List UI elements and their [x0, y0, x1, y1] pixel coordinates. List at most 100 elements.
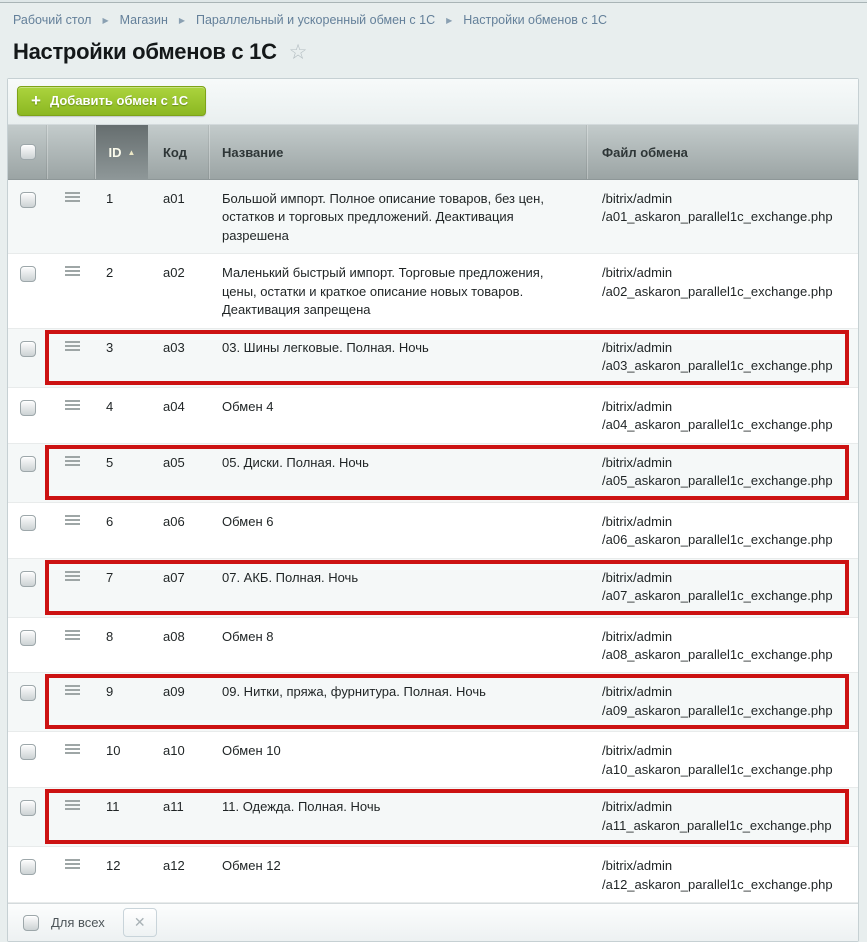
hamburger-menu-icon[interactable]	[65, 266, 80, 277]
row-id: 10	[96, 732, 148, 787]
breadcrumb: Рабочий стол▶Магазин▶Параллельный и уско…	[0, 3, 867, 27]
table-body: 1a01Большой импорт. Полное описание това…	[8, 180, 858, 903]
row-code: a12	[148, 847, 210, 902]
row-menu-cell	[48, 329, 96, 387]
hamburger-menu-icon[interactable]	[65, 744, 80, 755]
row-checkbox-cell	[8, 254, 48, 327]
row-file-line2: /a02_askaron_parallel1c_exchange.php	[602, 283, 852, 301]
table-row: 3a0303. Шины легковые. Полная. Ночь/bitr…	[8, 329, 858, 388]
hamburger-menu-icon[interactable]	[65, 800, 80, 811]
row-file: /bitrix/admin/a06_askaron_parallel1c_exc…	[588, 503, 858, 558]
row-checkbox[interactable]	[20, 266, 36, 282]
row-checkbox[interactable]	[20, 192, 36, 208]
row-code: a10	[148, 732, 210, 787]
row-code: a04	[148, 388, 210, 443]
for-all-label: Для всех	[51, 915, 105, 930]
row-checkbox[interactable]	[20, 515, 36, 531]
column-header-file[interactable]: Файл обмена	[588, 125, 858, 179]
row-id: 8	[96, 618, 148, 673]
row-checkbox-cell	[8, 329, 48, 387]
row-file-line1: /bitrix/admin	[602, 264, 852, 282]
column-header-code[interactable]: Код	[148, 125, 210, 179]
row-file-line1: /bitrix/admin	[602, 398, 852, 416]
row-menu-cell	[48, 788, 96, 846]
column-header-id[interactable]: ID ▲	[96, 125, 148, 179]
table-row: 12a12Обмен 12/bitrix/admin/a12_askaron_p…	[8, 847, 858, 903]
row-file: /bitrix/admin/a10_askaron_parallel1c_exc…	[588, 732, 858, 787]
hamburger-menu-icon[interactable]	[65, 630, 80, 641]
row-id: 9	[96, 673, 148, 731]
page-title: Настройки обменов с 1С	[13, 39, 277, 65]
table-footer: Для всех ✕	[8, 903, 858, 941]
row-menu-cell	[48, 847, 96, 902]
row-file-line2: /a12_askaron_parallel1c_exchange.php	[602, 876, 852, 894]
row-checkbox[interactable]	[20, 571, 36, 587]
row-name: Маленький быстрый импорт. Торговые предл…	[210, 254, 588, 327]
row-checkbox[interactable]	[20, 685, 36, 701]
plus-icon: +	[31, 94, 41, 108]
hamburger-menu-icon[interactable]	[65, 571, 80, 582]
row-checkbox[interactable]	[20, 630, 36, 646]
row-name: Обмен 4	[210, 388, 588, 443]
row-file: /bitrix/admin/a09_askaron_parallel1c_exc…	[588, 673, 858, 731]
row-checkbox[interactable]	[20, 744, 36, 760]
row-file: /bitrix/admin/a08_askaron_parallel1c_exc…	[588, 618, 858, 673]
row-file-line2: /a07_askaron_parallel1c_exchange.php	[602, 587, 852, 605]
row-checkbox-cell	[8, 847, 48, 902]
breadcrumb-item[interactable]: Рабочий стол	[13, 13, 91, 27]
row-checkbox-cell	[8, 732, 48, 787]
row-checkbox[interactable]	[20, 800, 36, 816]
row-checkbox[interactable]	[20, 859, 36, 875]
row-file: /bitrix/admin/a02_askaron_parallel1c_exc…	[588, 254, 858, 327]
row-id: 4	[96, 388, 148, 443]
row-name: 05. Диски. Полная. Ночь	[210, 444, 588, 502]
for-all-checkbox[interactable]	[23, 915, 39, 931]
row-code: a09	[148, 673, 210, 731]
row-name: 09. Нитки, пряжа, фурнитура. Полная. Ноч…	[210, 673, 588, 731]
close-icon: ✕	[134, 914, 146, 931]
hamburger-menu-icon[interactable]	[65, 515, 80, 526]
breadcrumb-item[interactable]: Параллельный и ускоренный обмен с 1С	[196, 13, 435, 27]
row-file-line2: /a03_askaron_parallel1c_exchange.php	[602, 357, 852, 375]
row-menu-cell	[48, 444, 96, 502]
row-code: a11	[148, 788, 210, 846]
row-file-line1: /bitrix/admin	[602, 569, 852, 587]
toolbar: + Добавить обмен с 1С	[8, 79, 858, 125]
add-exchange-button[interactable]: + Добавить обмен с 1С	[17, 86, 206, 116]
row-file-line1: /bitrix/admin	[602, 742, 852, 760]
breadcrumb-item[interactable]: Настройки обменов с 1С	[463, 13, 607, 27]
delete-selected-button[interactable]: ✕	[123, 908, 157, 937]
row-checkbox[interactable]	[20, 341, 36, 357]
row-checkbox[interactable]	[20, 456, 36, 472]
table-row: 4a04Обмен 4/bitrix/admin/a04_askaron_par…	[8, 388, 858, 444]
add-exchange-button-label: Добавить обмен с 1С	[50, 93, 188, 108]
hamburger-menu-icon[interactable]	[65, 400, 80, 411]
row-file: /bitrix/admin/a12_askaron_parallel1c_exc…	[588, 847, 858, 902]
hamburger-menu-icon[interactable]	[65, 341, 80, 352]
favorite-star-icon[interactable]: ☆	[289, 42, 308, 63]
row-file: /bitrix/admin/a04_askaron_parallel1c_exc…	[588, 388, 858, 443]
hamburger-menu-icon[interactable]	[65, 859, 80, 870]
breadcrumb-separator-icon: ▶	[102, 16, 108, 25]
select-all-checkbox[interactable]	[20, 144, 36, 160]
row-file-line2: /a08_askaron_parallel1c_exchange.php	[602, 646, 852, 664]
row-code: a07	[148, 559, 210, 617]
row-checkbox-cell	[8, 180, 48, 253]
title-row: Настройки обменов с 1С ☆	[13, 39, 867, 65]
row-name: Обмен 12	[210, 847, 588, 902]
row-checkbox[interactable]	[20, 400, 36, 416]
hamburger-menu-icon[interactable]	[65, 456, 80, 467]
row-file-line1: /bitrix/admin	[602, 513, 852, 531]
row-name: Обмен 10	[210, 732, 588, 787]
breadcrumb-item[interactable]: Магазин	[120, 13, 168, 27]
row-file-line2: /a09_askaron_parallel1c_exchange.php	[602, 702, 852, 720]
row-id: 1	[96, 180, 148, 253]
row-menu-cell	[48, 503, 96, 558]
hamburger-menu-icon[interactable]	[65, 192, 80, 203]
content-panel: + Добавить обмен с 1С ID ▲ Код Название …	[7, 78, 859, 942]
row-name: Большой импорт. Полное описание товаров,…	[210, 180, 588, 253]
column-header-name[interactable]: Название	[210, 125, 588, 179]
row-name: 03. Шины легковые. Полная. Ночь	[210, 329, 588, 387]
hamburger-menu-icon[interactable]	[65, 685, 80, 696]
row-menu-cell	[48, 180, 96, 253]
